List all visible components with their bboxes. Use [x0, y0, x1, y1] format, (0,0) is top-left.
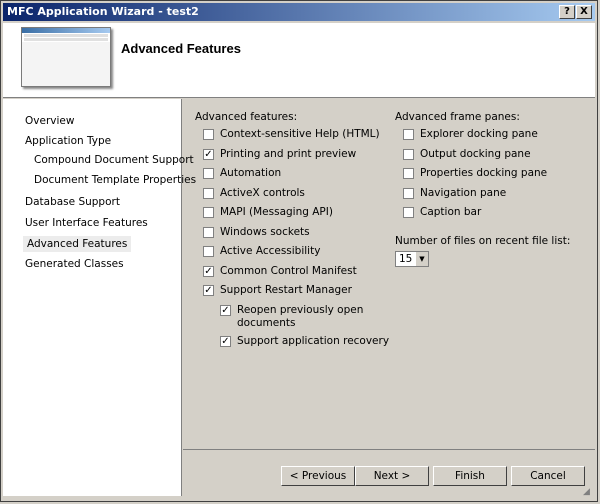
checkbox-label: Properties docking pane	[420, 167, 548, 179]
checkbox-box[interactable]	[203, 188, 214, 199]
nav-item-application-type[interactable]: Application Type	[25, 133, 111, 149]
checkbox-box[interactable]	[403, 168, 414, 179]
checkbox-label: Output docking pane	[420, 148, 531, 160]
checkbox-label: Explorer docking pane	[420, 128, 538, 140]
nav-item-overview[interactable]: Overview	[25, 113, 74, 129]
checkbox-label: Support Restart Manager	[220, 284, 352, 296]
checkbox-box[interactable]: ✓	[203, 149, 214, 160]
checkbox-box[interactable]	[403, 188, 414, 199]
checkbox-box[interactable]	[203, 129, 214, 140]
checkbox-label: MAPI (Messaging API)	[220, 206, 333, 218]
resize-grip-icon[interactable]: ◢	[583, 487, 593, 497]
checkbox-label: Caption bar	[420, 206, 482, 218]
checkbox-label: Active Accessibility	[220, 245, 321, 257]
wizard-window: MFC Application Wizard - test2 ? X Advan…	[0, 0, 598, 502]
checkbox-box[interactable]	[403, 149, 414, 160]
checkbox-box[interactable]: ✓	[220, 305, 231, 316]
checkbox-label: Reopen previously open documents	[237, 304, 363, 330]
nav-item-database-support[interactable]: Database Support	[25, 194, 120, 210]
frame-panes-label: Advanced frame panes:	[395, 111, 520, 123]
button-separator	[183, 449, 595, 450]
nav-item-user-interface-features[interactable]: User Interface Features	[25, 215, 148, 231]
close-button[interactable]: X	[576, 5, 592, 19]
checkbox-box[interactable]	[403, 129, 414, 140]
cancel-button[interactable]: Cancel	[511, 466, 585, 486]
wizard-nav: Overview Application Type Compound Docum…	[3, 99, 196, 496]
checkbox-box[interactable]: ✓	[203, 266, 214, 277]
nav-item-document-template-properties[interactable]: Document Template Properties	[34, 172, 196, 188]
checkbox-box[interactable]	[203, 246, 214, 257]
advanced-features-label: Advanced features:	[195, 111, 298, 123]
chevron-down-icon[interactable]: ▼	[415, 252, 428, 266]
checkbox-label: Windows sockets	[220, 226, 310, 238]
nav-item-advanced-features[interactable]: Advanced Features	[23, 236, 132, 252]
checkbox-label-line1: Reopen previously open	[237, 304, 364, 316]
checkbox-label: Common Control Manifest	[220, 265, 357, 277]
nav-item-generated-classes[interactable]: Generated Classes	[25, 256, 124, 272]
checkbox-box[interactable]	[203, 168, 214, 179]
app-preview-image	[21, 27, 111, 87]
page-title: Advanced Features	[121, 41, 241, 56]
checkbox-label: Printing and print preview	[220, 148, 357, 160]
next-button[interactable]: Next >	[355, 466, 429, 486]
checkbox-label: Context-sensitive Help (HTML)	[220, 128, 380, 140]
recent-files-value: 15	[399, 253, 413, 265]
finish-button[interactable]: Finish	[433, 466, 507, 486]
help-button[interactable]: ?	[559, 5, 575, 19]
title-bar[interactable]: MFC Application Wizard - test2 ? X	[3, 3, 595, 21]
checkbox-box[interactable]: ✓	[203, 285, 214, 296]
checkbox-box[interactable]: ✓	[220, 336, 231, 347]
checkbox-label: Automation	[220, 167, 282, 179]
content-panel: Advanced features: Context-sensitive Hel…	[183, 99, 595, 497]
checkbox-label: ActiveX controls	[220, 187, 305, 199]
checkbox-label-line2: documents	[237, 317, 296, 329]
wizard-header: Advanced Features	[3, 23, 595, 98]
checkbox-label: Navigation pane	[420, 187, 507, 199]
nav-item-compound-document-support[interactable]: Compound Document Support	[34, 152, 194, 168]
recent-files-dropdown[interactable]: 15 ▼	[395, 251, 429, 267]
checkbox-box[interactable]	[203, 227, 214, 238]
checkbox-label: Support application recovery	[237, 335, 390, 347]
window-title: MFC Application Wizard - test2	[7, 5, 199, 18]
recent-files-label: Number of files on recent file list:	[395, 235, 571, 247]
previous-button[interactable]: < Previous	[281, 466, 355, 486]
checkbox-box[interactable]	[203, 207, 214, 218]
checkbox-box[interactable]	[403, 207, 414, 218]
